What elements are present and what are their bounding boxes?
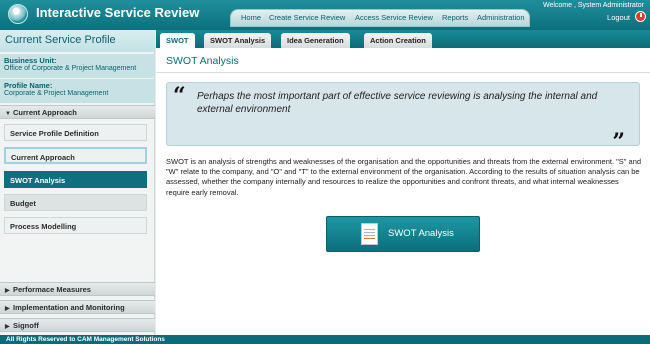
chevron-down-icon: ▼ <box>5 111 11 117</box>
swot-analysis-button-label: SWOT Analysis <box>388 228 454 239</box>
nav-administration[interactable]: Administration <box>477 13 525 22</box>
nav-reports[interactable]: Reports <box>442 13 468 22</box>
nav-home[interactable]: Home <box>241 13 261 22</box>
app-title: Interactive Service Review <box>36 5 200 20</box>
main-content: SWOT Analysis “ Perhaps the most importa… <box>156 48 650 335</box>
document-icon <box>361 223 378 245</box>
welcome-text: Welcome , System Administrator <box>542 2 644 9</box>
power-icon[interactable] <box>635 11 646 22</box>
business-unit-block: Business Unit: Office of Corporate & Pro… <box>0 54 155 78</box>
section-implementation-monitoring-label: Implementation and Monitoring <box>13 303 125 312</box>
chevron-right-icon: ▶ <box>5 288 10 294</box>
section-current-approach[interactable]: ▼ Current Approach <box>0 105 155 119</box>
close-quote-icon: ” <box>612 129 625 155</box>
title-divider <box>156 72 650 73</box>
quote-box: “ Perhaps the most important part of eff… <box>166 82 640 155</box>
tab-bar: SWOT SWOT Analysis Idea Generation Actio… <box>156 30 650 48</box>
swot-analysis-button[interactable]: SWOT Analysis <box>326 216 480 252</box>
page-title: SWOT Analysis <box>166 55 239 67</box>
sidebar: Current Service Profile Business Unit: O… <box>0 30 155 335</box>
profile-name-block: Profile Name: Corporate & Project Manage… <box>0 79 155 103</box>
app-header: Interactive Service Review Welcome , Sys… <box>0 0 650 30</box>
logout-link[interactable]: Logout <box>607 13 630 22</box>
tab-idea-generation[interactable]: Idea Generation <box>281 33 350 48</box>
tab-swot[interactable]: SWOT <box>160 33 195 48</box>
nav-create-service-review[interactable]: Create Service Review <box>269 13 345 22</box>
sidebar-item-budget[interactable]: Budget <box>4 194 147 211</box>
quote-text: Perhaps the most important part of effec… <box>197 91 598 115</box>
sidebar-item-current-approach[interactable]: Current Approach <box>4 147 147 164</box>
swot-description: SWOT is an analysis of strengths and wea… <box>166 157 642 197</box>
open-quote-icon: “ <box>173 83 186 109</box>
profile-name-label: Profile Name: <box>4 81 53 90</box>
chevron-right-icon: ▶ <box>5 324 10 330</box>
sidebar-title: Current Service Profile <box>0 30 155 52</box>
sidebar-item-swot-analysis[interactable]: SWOT Analysis <box>4 171 147 188</box>
chevron-right-icon: ▶ <box>5 306 10 312</box>
section-current-approach-label: Current Approach <box>13 108 77 117</box>
section-performance-measures[interactable]: ▶ Performace Measures <box>0 282 155 296</box>
section-signoff[interactable]: ▶ Signoff <box>0 318 155 332</box>
tab-swot-analysis[interactable]: SWOT Analysis <box>204 33 272 48</box>
section-signoff-label: Signoff <box>13 321 39 330</box>
profile-name-value: Corporate & Project Management <box>4 90 109 97</box>
sidebar-item-service-profile-definition[interactable]: Service Profile Definition <box>4 124 147 141</box>
footer: All Rights Reserved to CAM Management So… <box>0 335 650 344</box>
business-unit-label: Business Unit: <box>4 56 57 65</box>
section-implementation-monitoring[interactable]: ▶ Implementation and Monitoring <box>0 300 155 314</box>
top-nav: Home Create Service Review Access Servic… <box>230 9 530 27</box>
nav-access-service-review[interactable]: Access Service Review <box>355 13 433 22</box>
logo-icon <box>8 4 28 24</box>
tab-action-creation[interactable]: Action Creation <box>364 33 432 48</box>
sidebar-item-process-modelling[interactable]: Process Modelling <box>4 217 147 234</box>
business-unit-value: Office of Corporate & Project Management <box>4 65 137 72</box>
section-performance-measures-label: Performace Measures <box>13 285 91 294</box>
